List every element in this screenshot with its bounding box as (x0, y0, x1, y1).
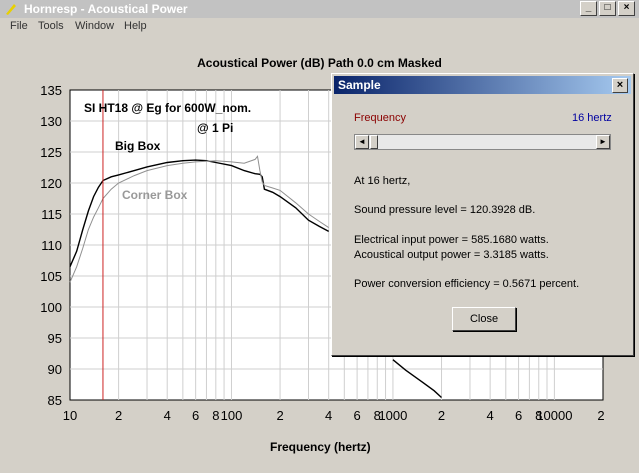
x-tick-label: 6 (515, 408, 522, 423)
frequency-value: 16 hertz (572, 112, 612, 124)
label-corner-box: Corner Box (122, 188, 188, 202)
x-tick-label: 100 (221, 408, 243, 423)
y-tick-label: 125 (40, 145, 62, 160)
close-button-dialog[interactable]: Close (452, 307, 516, 331)
x-tick-label: 1000 (378, 408, 407, 423)
x-tick-label: 10 (63, 408, 77, 423)
x-axis-title: Frequency (hertz) (270, 440, 371, 454)
y-tick-label: 120 (40, 176, 62, 191)
x-tick-label: 2 (438, 408, 445, 423)
frequency-label: Frequency (354, 112, 406, 124)
dialog-title: Sample (338, 78, 381, 92)
y-tick-labels: 135 130 125 120 115 110 105 100 95 90 85 (40, 83, 62, 408)
efficiency-text: Power conversion efficiency = 0.5671 per… (354, 278, 580, 290)
x-tick-labels: 10 2 4 6 8 100 2 4 6 81000 2 4 6 810000 2 (63, 408, 605, 423)
y-tick-label: 135 (40, 83, 62, 98)
acoustical-power-text: Acoustical output power = 3.3185 watts. (354, 249, 549, 261)
x-tick-label: 2 (597, 408, 604, 423)
x-tick-label: 2 (276, 408, 283, 423)
sample-dialog: Sample × Frequency 16 hertz ◄ ► At 16 he… (331, 73, 634, 356)
y-tick-label: 100 (40, 300, 62, 315)
scroll-right-icon[interactable]: ► (596, 135, 610, 149)
x-tick-label: 2 (115, 408, 122, 423)
dialog-close-icon[interactable]: × (612, 78, 628, 93)
x-tick-label: 6 (353, 408, 360, 423)
x-tick-label: 4 (164, 408, 171, 423)
scroll-thumb[interactable] (370, 135, 378, 149)
y-tick-label: 90 (48, 362, 62, 377)
spl-text: Sound pressure level = 120.3928 dB. (354, 204, 536, 216)
scroll-left-icon[interactable]: ◄ (355, 135, 369, 149)
dialog-titlebar[interactable]: Sample × (334, 76, 631, 94)
y-tick-label: 130 (40, 114, 62, 129)
frequency-scrollbar[interactable]: ◄ ► (354, 134, 611, 150)
y-tick-label: 110 (41, 238, 62, 253)
annotation-line2: @ 1 Pi (197, 121, 233, 135)
label-big-box: Big Box (115, 139, 161, 153)
annotation-line1: SI HT18 @ Eg for 600W_nom. (84, 101, 251, 115)
x-tick-label: 8 (212, 408, 219, 423)
x-tick-label: 4 (325, 408, 332, 423)
x-tick-label: 6 (192, 408, 199, 423)
x-tick-label: 10000 (536, 408, 572, 423)
electrical-power-text: Electrical input power = 585.1680 watts. (354, 234, 549, 246)
y-tick-label: 105 (40, 269, 62, 284)
at-frequency-text: At 16 hertz, (354, 175, 411, 187)
y-tick-label: 95 (48, 331, 62, 346)
y-tick-label: 85 (48, 393, 62, 408)
y-tick-label: 115 (41, 207, 62, 222)
x-tick-label: 4 (487, 408, 494, 423)
